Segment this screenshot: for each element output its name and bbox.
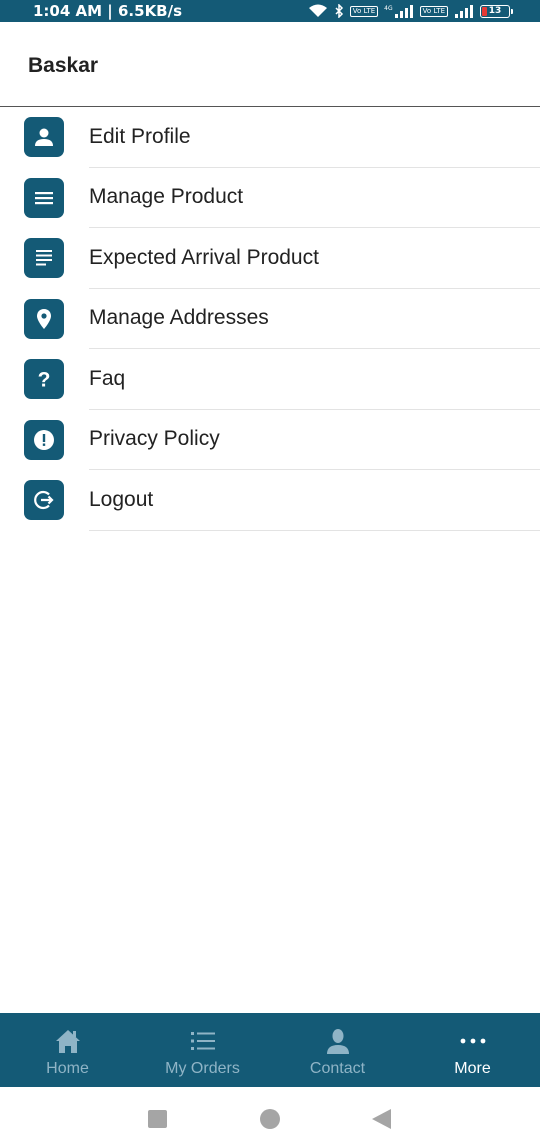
- menu-item-manage-addresses[interactable]: Manage Addresses: [0, 289, 540, 349]
- list-icon: [189, 1027, 217, 1055]
- menu-item-label: Logout: [89, 470, 540, 531]
- nav-home[interactable]: Home: [0, 1013, 135, 1087]
- username: Baskar: [28, 54, 99, 77]
- menu-item-logout[interactable]: Logout: [0, 470, 540, 531]
- status-bar: 1:04 AM | 6.5KB/s Vo LTE 4G Vo LTE 13: [0, 0, 540, 22]
- menu-item-label: Manage Product: [89, 168, 540, 228]
- status-time: 1:04 AM | 6.5KB/s: [33, 2, 183, 20]
- bluetooth-icon: [334, 4, 344, 18]
- nav-my-orders[interactable]: My Orders: [135, 1013, 270, 1087]
- menu-item-expected-arrival-product[interactable]: Expected Arrival Product: [0, 228, 540, 289]
- signal-icon: 4G: [384, 4, 413, 18]
- logout-icon: [24, 480, 64, 520]
- wifi-icon: [308, 4, 328, 18]
- nav-label: My Orders: [165, 1060, 240, 1077]
- notes-icon: [24, 238, 64, 278]
- status-icons: Vo LTE 4G Vo LTE 13: [308, 0, 513, 22]
- exclamation-icon: [24, 419, 64, 460]
- recents-button[interactable]: [148, 1110, 167, 1128]
- battery-level: 13: [488, 6, 502, 16]
- menu-item-label: Manage Addresses: [89, 289, 540, 349]
- nav-label: More: [454, 1060, 491, 1077]
- home-icon: [54, 1027, 82, 1055]
- menu-item-faq[interactable]: ? Faq: [0, 349, 540, 410]
- volte-icon-2: Vo LTE: [419, 5, 448, 17]
- more-menu: Edit Profile Manage Product Expected Arr…: [0, 107, 540, 531]
- battery-icon: 13: [480, 4, 513, 18]
- more-dots-icon: [459, 1027, 487, 1055]
- back-button[interactable]: [372, 1109, 391, 1129]
- person-icon: [24, 117, 64, 157]
- signal-icon-2: [454, 4, 474, 18]
- bottom-nav: Home My Orders Contact More: [0, 1013, 540, 1087]
- nav-more[interactable]: More: [405, 1013, 540, 1087]
- network-type: 4G: [384, 4, 393, 12]
- menu-lines-icon: [24, 177, 64, 218]
- question-icon: ?: [24, 359, 64, 399]
- menu-item-label: Faq: [89, 349, 540, 410]
- menu-item-label: Expected Arrival Product: [89, 228, 540, 289]
- nav-contact[interactable]: Contact: [270, 1013, 405, 1087]
- volte-icon: Vo LTE: [349, 5, 379, 17]
- menu-item-label: Edit Profile: [89, 107, 540, 168]
- nav-label: Home: [46, 1060, 89, 1077]
- location-pin-icon: [24, 298, 64, 339]
- menu-item-label: Privacy Policy: [89, 410, 540, 470]
- contact-icon: [324, 1027, 352, 1055]
- nav-label: Contact: [309, 1060, 366, 1077]
- home-button[interactable]: [260, 1109, 280, 1129]
- menu-item-privacy-policy[interactable]: Privacy Policy: [0, 410, 540, 470]
- menu-item-edit-profile[interactable]: Edit Profile: [0, 107, 540, 168]
- menu-item-manage-product[interactable]: Manage Product: [0, 168, 540, 228]
- svg-text:?: ?: [38, 369, 51, 392]
- profile-header: Baskar: [0, 22, 540, 107]
